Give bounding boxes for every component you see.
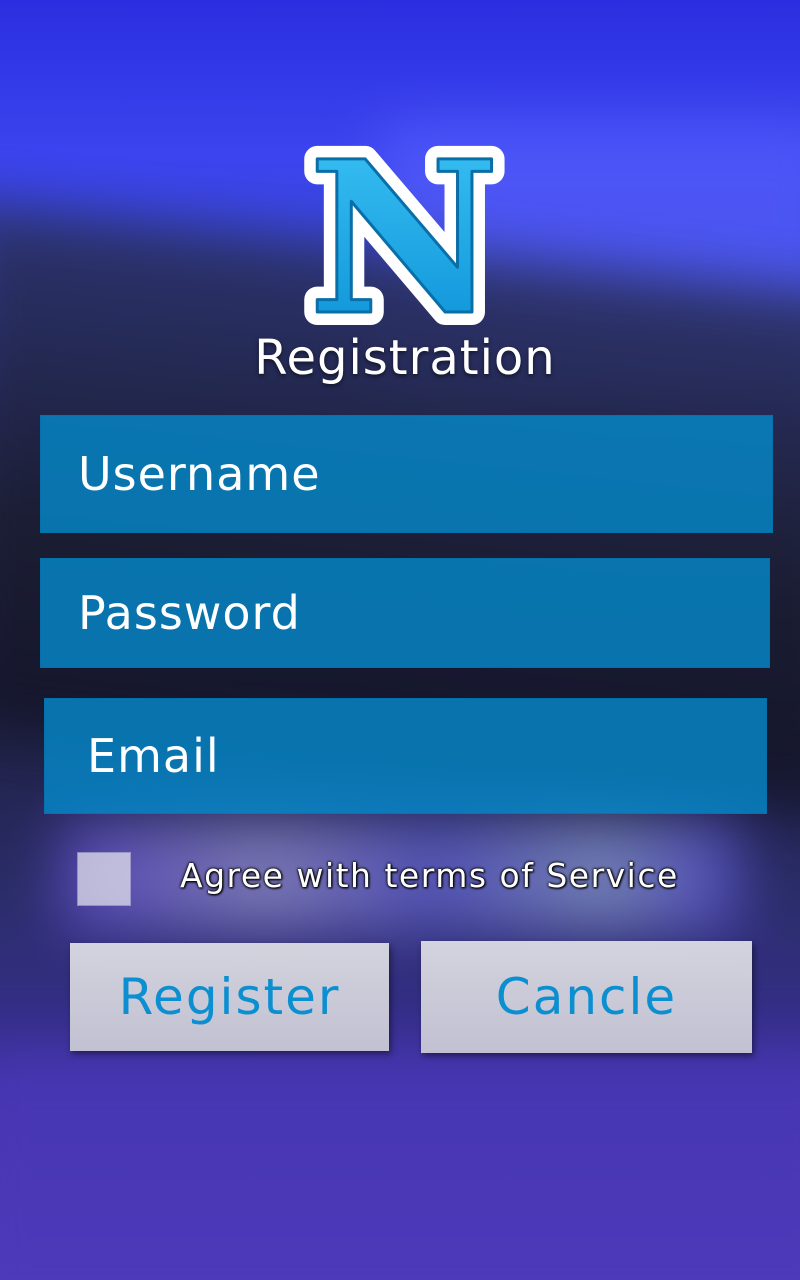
registration-screen: N N Registration Username Password Email… — [0, 0, 800, 1280]
register-button-label: Register — [118, 968, 341, 1026]
register-button[interactable]: Register — [70, 943, 389, 1051]
terms-label[interactable]: Agree with terms of Service — [180, 856, 679, 895]
password-placeholder: Password — [78, 586, 301, 640]
background-floor — [0, 1050, 800, 1280]
svg-text:N: N — [308, 140, 500, 335]
password-field[interactable]: Password — [40, 558, 770, 668]
app-logo-icon: N N — [302, 140, 507, 335]
page-title: Registration — [254, 330, 556, 386]
cancel-button[interactable]: Cancle — [421, 941, 752, 1053]
email-placeholder: Email — [87, 729, 220, 783]
terms-checkbox[interactable] — [78, 853, 130, 905]
cancel-button-label: Cancle — [495, 968, 678, 1026]
username-field[interactable]: Username — [40, 415, 773, 533]
username-placeholder: Username — [78, 447, 321, 501]
email-field[interactable]: Email — [44, 698, 767, 814]
